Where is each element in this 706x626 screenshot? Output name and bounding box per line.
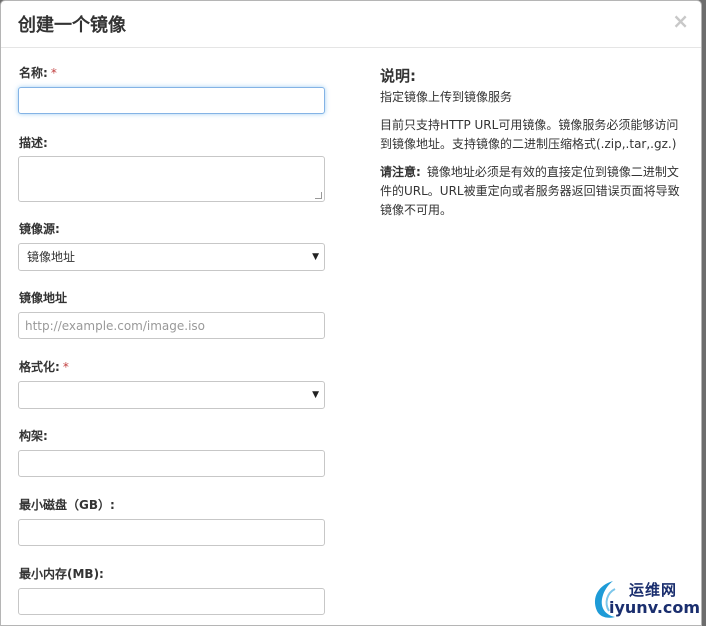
help-block: 说明: 指定镜像上传到镜像服务 目前只支持HTTP URL可用镜像。镜像服务必须… (380, 67, 685, 229)
image-location-label: 镜像地址 (19, 291, 68, 305)
format-label: 格式化: * (19, 358, 69, 375)
format-label-text: 格式化: (19, 360, 60, 374)
min-disk-label: 最小磁盘（GB）: (19, 498, 115, 512)
help-note-label: 请注意: (380, 165, 421, 179)
image-source-selected: 镜像地址 (27, 250, 76, 264)
name-label: 名称: * (19, 64, 57, 81)
image-source-label: 镜像源: (19, 222, 60, 236)
help-note: 请注意: 镜像地址必须是有效的直接定位到镜像二进制文件的URL。URL被重定向或者… (380, 163, 685, 220)
min-ram-label: 最小内存(MB): (19, 567, 104, 581)
min-ram-input[interactable] (18, 588, 325, 615)
close-icon[interactable]: × (672, 11, 689, 31)
name-label-text: 名称: (19, 66, 48, 80)
create-image-modal: 创建一个镜像 × 名称:* 描述: 镜像源: 镜像地址 ▼ 镜像地址 格式化:*… (0, 0, 702, 626)
chevron-down-icon: ▼ (312, 390, 319, 400)
description-textarea[interactable] (18, 156, 325, 202)
format-select[interactable]: ▼ (18, 381, 325, 409)
architecture-input[interactable] (18, 450, 325, 477)
image-location-input[interactable] (18, 312, 325, 339)
watermark-bottom-text: iyunv.com (609, 598, 701, 617)
watermark-logo: 运维网 iyunv.com (591, 579, 700, 619)
watermark-top-text: 运维网 (629, 581, 678, 599)
format-required-mark: * (62, 360, 69, 374)
name-required-mark: * (50, 66, 57, 80)
modal-title: 创建一个镜像 (18, 15, 126, 36)
chevron-down-icon: ▼ (312, 252, 319, 262)
image-source-select[interactable]: 镜像地址 ▼ (18, 243, 325, 271)
name-input[interactable] (18, 87, 325, 114)
resize-grip-icon[interactable] (315, 192, 322, 199)
description-label: 描述: (19, 136, 48, 150)
min-disk-input[interactable] (18, 519, 325, 546)
help-note-text: 镜像地址必须是有效的直接定位到镜像二进制文件的URL。URL被重定向或者服务器返… (380, 165, 680, 217)
help-line-2: 目前只支持HTTP URL可用镜像。镜像服务必须能够访问到镜像地址。支持镜像的二… (380, 118, 679, 151)
modal-header: 创建一个镜像 × (1, 1, 701, 48)
help-line-1: 指定镜像上传到镜像服务 (380, 90, 513, 104)
help-title: 说明: (380, 67, 416, 85)
architecture-label: 构架: (19, 429, 48, 443)
